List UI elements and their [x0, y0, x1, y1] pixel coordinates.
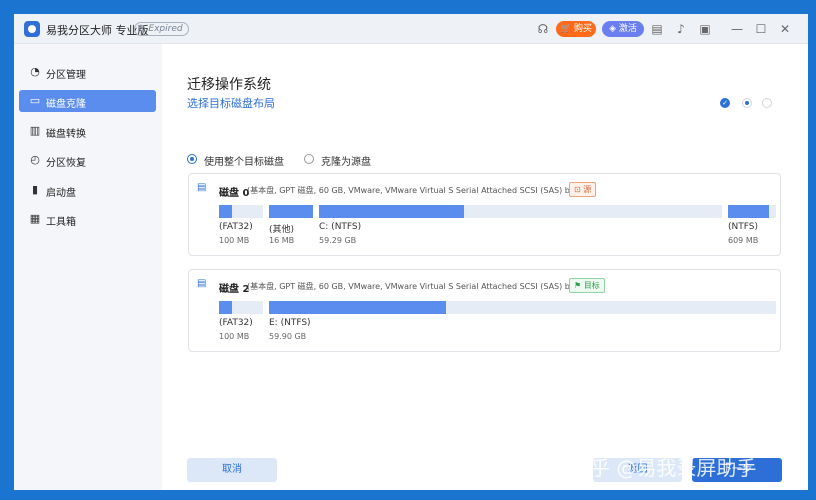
buy-button[interactable]: 🛒 购买: [556, 21, 596, 37]
sidebar-item-disk-convert[interactable]: ▥ 磁盘转换: [19, 120, 156, 142]
partition-label: E: (NTFS): [269, 318, 311, 328]
partition-bar[interactable]: [269, 205, 313, 218]
sidebar-item-boot-disk[interactable]: ▮ 启动盘: [19, 179, 156, 201]
source-tag-label: 源: [583, 185, 592, 194]
partition-usage: [219, 205, 233, 218]
partition-bar[interactable]: [728, 205, 776, 218]
sidebar-item-partition-recovery[interactable]: ◴ 分区恢复: [19, 149, 156, 171]
radio-clone-as-source[interactable]: [304, 154, 314, 164]
bell-icon[interactable]: ♪: [674, 22, 688, 36]
minimize-icon[interactable]: —: [730, 22, 744, 36]
activate-label: 激活: [618, 24, 637, 34]
sidebar-item-label: 磁盘转换: [46, 129, 86, 140]
step-3-pending-icon: [762, 98, 772, 108]
partition-usage: [728, 205, 769, 218]
headset-icon[interactable]: ☊: [536, 22, 550, 36]
dropdown-menu-icon[interactable]: ▣: [698, 22, 712, 36]
close-icon[interactable]: ✕: [778, 22, 792, 36]
disk-icon: ▤: [197, 182, 207, 193]
toolbox-icon: ▦: [29, 212, 41, 225]
step-2-current-icon: [742, 98, 752, 108]
partition-bar[interactable]: [269, 301, 776, 314]
target-tag: ⚑ 目标: [569, 278, 605, 293]
disk-card-0[interactable]: ▤ 磁盘 0 (基本盘, GPT 磁盘, 60 GB, VMware, VMwa…: [188, 173, 781, 256]
sidebar-item-disk-clone[interactable]: ▭ 磁盘克隆: [19, 90, 156, 112]
partition-size: 609 MB: [728, 236, 759, 245]
radio-clone-as-source-label[interactable]: 克隆为源盘: [321, 153, 371, 168]
disk-description: (基本盘, GPT 磁盘, 60 GB, VMware, VMware Virt…: [247, 282, 583, 291]
partition-label: (FAT32): [219, 318, 253, 328]
partition-label: (FAT32): [219, 222, 253, 232]
expired-label: Expired: [148, 24, 183, 34]
partition-size: 59.90 GB: [269, 332, 307, 341]
partition-bar[interactable]: [219, 301, 263, 314]
partition-usage: [269, 205, 313, 218]
app-window: 易我分区大师 专业版 ⊘ Expired ☊ 🛒 购买 ◈ 激活 ▤ ♪ ▣ —…: [14, 14, 808, 490]
disk-name: 磁盘 2: [219, 284, 250, 295]
disk-description: (基本盘, GPT 磁盘, 60 GB, VMware, VMware Virt…: [247, 186, 583, 195]
partition-bar[interactable]: [219, 205, 263, 218]
partition-size: 100 MB: [219, 332, 250, 341]
partition-size: 59.29 GB: [319, 236, 357, 245]
sidebar-item-label: 启动盘: [46, 188, 76, 199]
partition-size: 100 MB: [219, 236, 250, 245]
partition-size: 16 MB: [269, 236, 295, 245]
cancel-button[interactable]: 取消: [187, 458, 277, 482]
sidebar: ◔ 分区管理 ▭ 磁盘克隆 ▥ 磁盘转换 ◴ 分区恢复 ▮ 启动盘 ▦ 工具箱: [14, 44, 162, 490]
titlebar: 易我分区大师 专业版 ⊘ Expired ☊ 🛒 购买 ◈ 激活 ▤ ♪ ▣ —…: [14, 14, 808, 44]
expired-badge: ⊘ Expired: [134, 22, 189, 36]
feedback-icon[interactable]: ▤: [650, 22, 664, 36]
app-logo-icon: [24, 21, 40, 37]
clone-icon: ▭: [29, 94, 41, 107]
maximize-icon[interactable]: ☐: [754, 22, 768, 36]
sidebar-item-label: 磁盘克隆: [46, 99, 86, 110]
page-subtitle: 选择目标磁盘布局: [187, 97, 275, 110]
disk-icon: ▤: [197, 278, 207, 289]
sidebar-item-label: 分区恢复: [46, 158, 86, 169]
sidebar-item-toolbox[interactable]: ▦ 工具箱: [19, 208, 156, 230]
disk-name: 磁盘 0: [219, 188, 250, 199]
partition-usage: [319, 205, 465, 218]
partition-usage: [219, 301, 233, 314]
buy-label: 购买: [574, 24, 593, 34]
sidebar-item-label: 分区管理: [46, 70, 86, 81]
target-tag-label: 目标: [583, 281, 600, 290]
partition-usage: [269, 301, 447, 314]
sidebar-item-partition-manage[interactable]: ◔ 分区管理: [19, 61, 156, 83]
source-tag: ⊡ 源: [569, 182, 597, 197]
disk-card-2[interactable]: ▤ 磁盘 2 (基本盘, GPT 磁盘, 60 GB, VMware, VMwa…: [188, 269, 781, 352]
activate-button[interactable]: ◈ 激活: [602, 21, 644, 37]
recovery-icon: ◴: [30, 153, 40, 166]
page-title: 迁移操作系统: [187, 77, 271, 93]
partition-label: C: (NTFS): [319, 222, 362, 232]
partition-icon: ◔: [30, 65, 40, 78]
partition-bar[interactable]: [319, 205, 722, 218]
sidebar-item-label: 工具箱: [46, 217, 76, 228]
partition-label: (NTFS): [728, 222, 758, 232]
convert-icon: ▥: [29, 124, 41, 137]
radio-use-entire-disk-label[interactable]: 使用整个目标磁盘: [204, 153, 284, 168]
radio-use-entire-disk[interactable]: [187, 154, 197, 164]
main-panel: 迁移操作系统 选择目标磁盘布局 ✓ 使用整个目标磁盘 克隆为源盘 ▤ 磁盘 0 …: [162, 44, 808, 490]
boot-icon: ▮: [31, 183, 39, 196]
partition-label: (其他): [269, 225, 295, 235]
step-1-complete-icon: ✓: [720, 98, 730, 108]
watermark: 知乎 @易我录屏助手: [570, 456, 757, 480]
